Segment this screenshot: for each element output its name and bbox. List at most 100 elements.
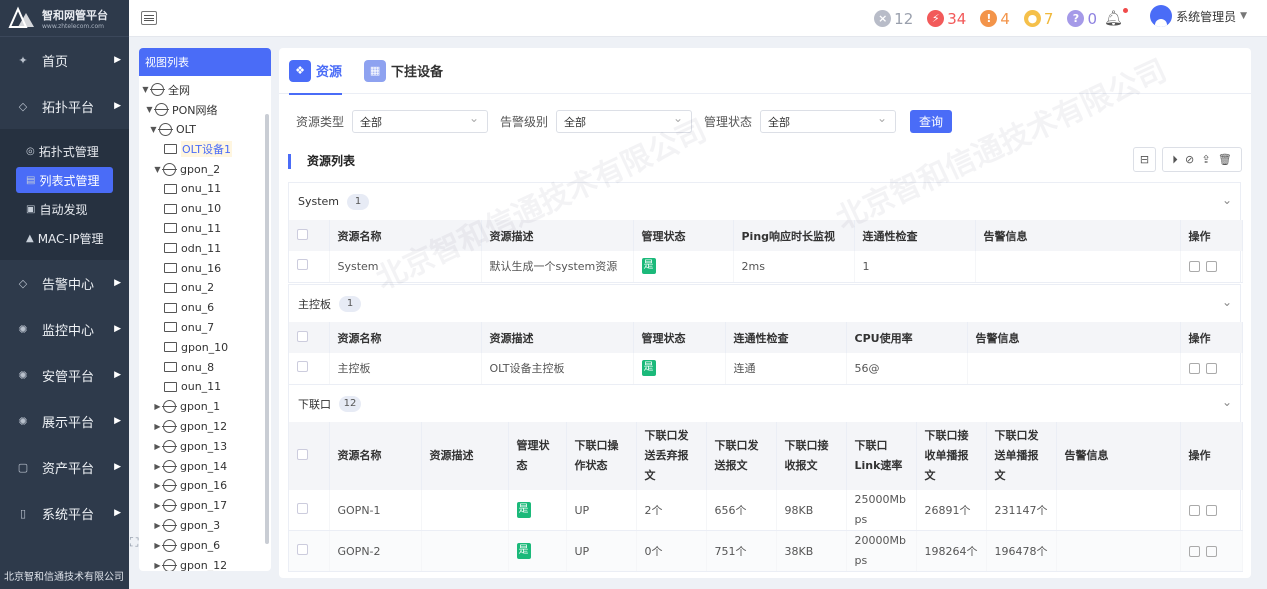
tab-resources[interactable]: ❖ 资源 <box>289 48 343 95</box>
tree-node[interactable]: ▶ gpon_14 <box>139 456 271 476</box>
chevron-down-icon[interactable]: ⌄ <box>1222 395 1232 409</box>
sub-item-mac-ip[interactable]: ▲ MAC-IP管理 <box>16 225 113 251</box>
tree-node[interactable]: onu_11 <box>139 179 271 199</box>
export-icon[interactable]: ⇪ <box>1201 153 1210 166</box>
row-checkbox[interactable] <box>297 361 308 373</box>
row-checkbox[interactable] <box>297 503 308 514</box>
collapse-icon[interactable]: ▼ <box>141 85 150 94</box>
query-button[interactable]: 查询 <box>910 110 953 133</box>
cell-name: 主控板 <box>329 353 482 385</box>
alarm-count-cleared[interactable]: × 12 <box>874 10 913 28</box>
delete-icon[interactable] <box>1205 545 1217 557</box>
tree-node[interactable]: ▶ gpon_1 <box>139 397 271 417</box>
section-header[interactable]: 下联口 12 ⌄ <box>289 385 1240 422</box>
globe-icon <box>162 499 177 513</box>
tree-node-selected[interactable]: OLT设备1 <box>139 139 271 159</box>
expand-icon[interactable]: ▶ <box>153 561 162 570</box>
edit-icon[interactable] <box>1188 362 1200 374</box>
row-checkbox[interactable] <box>297 544 308 555</box>
table-row[interactable]: 主控板 OLT设备主控板 是 连通 56@ <box>289 353 1243 385</box>
nav-item-assets[interactable]: ▢ 资产平台 ▶ <box>0 444 129 490</box>
tree-scrollbar[interactable] <box>265 114 269 544</box>
delete-icon[interactable] <box>1205 504 1217 516</box>
sub-item-list-view[interactable]: ▤ 列表式管理 <box>16 167 113 193</box>
expand-icon[interactable]: ▶ <box>153 462 162 471</box>
nav-item-topology[interactable]: ◇ 拓扑平台 ▶ <box>0 83 129 129</box>
menu-toggle-icon[interactable] <box>141 11 157 25</box>
user-menu[interactable]: 系统管理员 ▼ <box>1150 5 1247 27</box>
expand-icon[interactable]: ▶ <box>153 481 162 490</box>
section-header[interactable]: 主控板 1 ⌄ <box>289 285 1240 322</box>
alarm-count-critical[interactable]: ⚡ 34 <box>927 10 966 28</box>
delete-icon[interactable] <box>1205 260 1217 272</box>
sub-item-auto-discover[interactable]: ▣ 自动发现 <box>16 196 113 222</box>
olt-device-icon <box>163 143 178 155</box>
edit-icon[interactable] <box>1188 260 1200 272</box>
tree-node[interactable]: onu_16 <box>139 258 271 278</box>
select-all-checkbox[interactable] <box>297 228 308 240</box>
tree-node[interactable]: gpon_10 <box>139 337 271 357</box>
nav-item-monitor[interactable]: ✺ 监控中心 ▶ <box>0 306 129 352</box>
nav-item-security[interactable]: ✺ 安管平台 ▶ <box>0 352 129 398</box>
tree-node[interactable]: ▶ gpon_3 <box>139 516 271 536</box>
nav-item-system[interactable]: ▯ 系统平台 ▶ <box>0 490 129 536</box>
expand-icon[interactable]: ▶ <box>153 521 162 530</box>
tree-node-label: onu_6 <box>181 301 215 315</box>
tree-node[interactable]: onu_2 <box>139 278 271 298</box>
tree-node[interactable]: odn_11 <box>139 238 271 258</box>
chevron-down-icon[interactable]: ⌄ <box>1222 193 1232 207</box>
column-header: 操作 <box>1180 322 1243 353</box>
tree-node[interactable]: onu_7 <box>139 318 271 338</box>
section-header[interactable]: System 1 ⌄ <box>289 183 1240 220</box>
collapse-icon[interactable]: ▼ <box>149 125 158 134</box>
alarm-level-select[interactable]: 全部 <box>556 110 693 133</box>
nav-item-home[interactable]: ✦ 首页 ▶ <box>0 37 129 83</box>
expand-icon[interactable]: ▶ <box>153 442 162 451</box>
tree-node[interactable]: ▶ gpon_6 <box>139 535 271 555</box>
tree-node[interactable]: ▶ gpon_12 <box>139 555 271 571</box>
tree-node[interactable]: ▼ PON网络 <box>139 100 271 120</box>
tree-node[interactable]: ▶ gpon_16 <box>139 476 271 496</box>
tree-node[interactable]: ▼ 全网 <box>139 80 271 100</box>
expand-icon[interactable]: ▶ <box>153 501 162 510</box>
collapse-icon[interactable]: ▼ <box>153 165 162 174</box>
edit-icon[interactable] <box>1188 545 1200 557</box>
table-row[interactable]: GOPN-2 是 UP 0个 751个 38KB 20000Mbps 19826… <box>289 530 1243 572</box>
tree-node[interactable]: onu_11 <box>139 219 271 239</box>
tree-node[interactable]: onu_10 <box>139 199 271 219</box>
table-row[interactable]: System 默认生成一个system资源 是 2ms 1 <box>289 251 1243 283</box>
row-checkbox[interactable] <box>297 259 308 271</box>
manage-state-select[interactable]: 全部 <box>760 110 897 133</box>
expand-icon[interactable]: ▶ <box>153 402 162 411</box>
alarm-count-minor[interactable]: ● 7 <box>1023 10 1053 28</box>
tree-node[interactable]: ▶ gpon_12 <box>139 417 271 437</box>
column-settings-icon[interactable]: ⊟ <box>1133 147 1156 172</box>
nav-item-alarm[interactable]: ◇ 告警中心 ▶ <box>0 260 129 306</box>
select-all-checkbox[interactable] <box>297 330 308 342</box>
tree-node[interactable]: ▶ gpon_13 <box>139 436 271 456</box>
tree-node[interactable]: onu_8 <box>139 357 271 377</box>
delete-icon[interactable] <box>1205 362 1217 374</box>
collapse-icon[interactable]: ▼ <box>145 105 154 114</box>
tree-node[interactable]: ▼ OLT <box>139 120 271 140</box>
select-all-checkbox[interactable] <box>297 449 308 460</box>
expand-icon[interactable]: ▶ <box>153 541 162 550</box>
tree-node[interactable]: ▶ gpon_17 <box>139 496 271 516</box>
stop-icon[interactable]: ⊘ <box>1185 153 1194 166</box>
expand-icon[interactable]: ▶ <box>153 422 162 431</box>
bell-icon[interactable]: 🔔︎ <box>1104 9 1123 27</box>
alarm-count-major[interactable]: ! 4 <box>980 10 1010 28</box>
tab-attached-devices[interactable]: ▦ 下挂设备 <box>364 48 443 94</box>
play-icon[interactable]: ⏵ <box>1172 153 1178 167</box>
edit-icon[interactable] <box>1188 504 1200 516</box>
tree-node[interactable]: onu_6 <box>139 298 271 318</box>
tree-node[interactable]: ▼ gpon_2 <box>139 159 271 179</box>
resource-type-select[interactable]: 全部 <box>352 110 489 133</box>
alarm-count-unknown[interactable]: ? 0 <box>1067 10 1097 28</box>
tree-node[interactable]: oun_11 <box>139 377 271 397</box>
delete-icon[interactable]: 🗑︎ <box>1218 153 1232 166</box>
chevron-down-icon[interactable]: ⌄ <box>1222 295 1232 309</box>
sub-item-topology-view[interactable]: ◎ 拓扑式管理 <box>16 138 113 164</box>
nav-item-display[interactable]: ✺ 展示平台 ▶ <box>0 398 129 444</box>
table-row[interactable]: GOPN-1 是 UP 2个 656个 98KB 25000Mbps 26891… <box>289 490 1243 531</box>
